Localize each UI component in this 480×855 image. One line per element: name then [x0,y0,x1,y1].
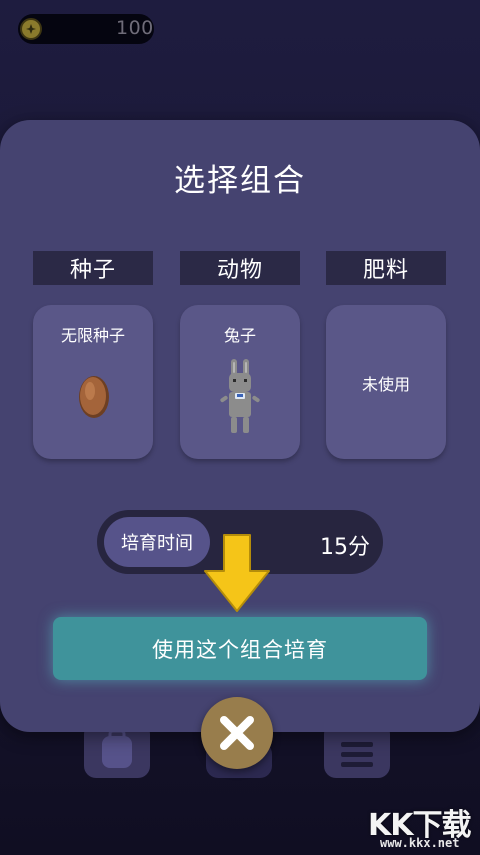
fertilizer-column-header: 肥料 [326,251,446,285]
seed-name: 无限种子 [60,326,125,345]
animal-card[interactable]: 兔子 [180,305,300,459]
close-button[interactable] [201,697,273,769]
watermark-url: www.kkx.net [380,836,460,850]
rabbit-icon [220,359,260,433]
watermark: KK下载 www.kkx.net [362,800,480,855]
cultivate-button[interactable]: 使用这个组合培育 [53,617,427,680]
dialog-title: 选择组合 [174,163,306,199]
fertilizer-card[interactable]: 未使用 [326,305,446,459]
seed-icon [79,376,109,418]
animal-name: 兔子 [223,326,256,345]
coin-count: 100 [116,17,154,39]
fertilizer-status: 未使用 [361,375,410,394]
seed-column-header: 种子 [33,251,153,285]
seed-card[interactable]: 无限种子 [33,305,153,459]
close-icon [220,716,254,750]
animal-column-header: 动物 [180,251,300,285]
arrow-down-icon [204,534,270,612]
cultivation-time-value: 15分 [320,535,370,560]
cultivation-time-label: 培育时间 [104,517,210,567]
coin-icon [20,18,42,40]
